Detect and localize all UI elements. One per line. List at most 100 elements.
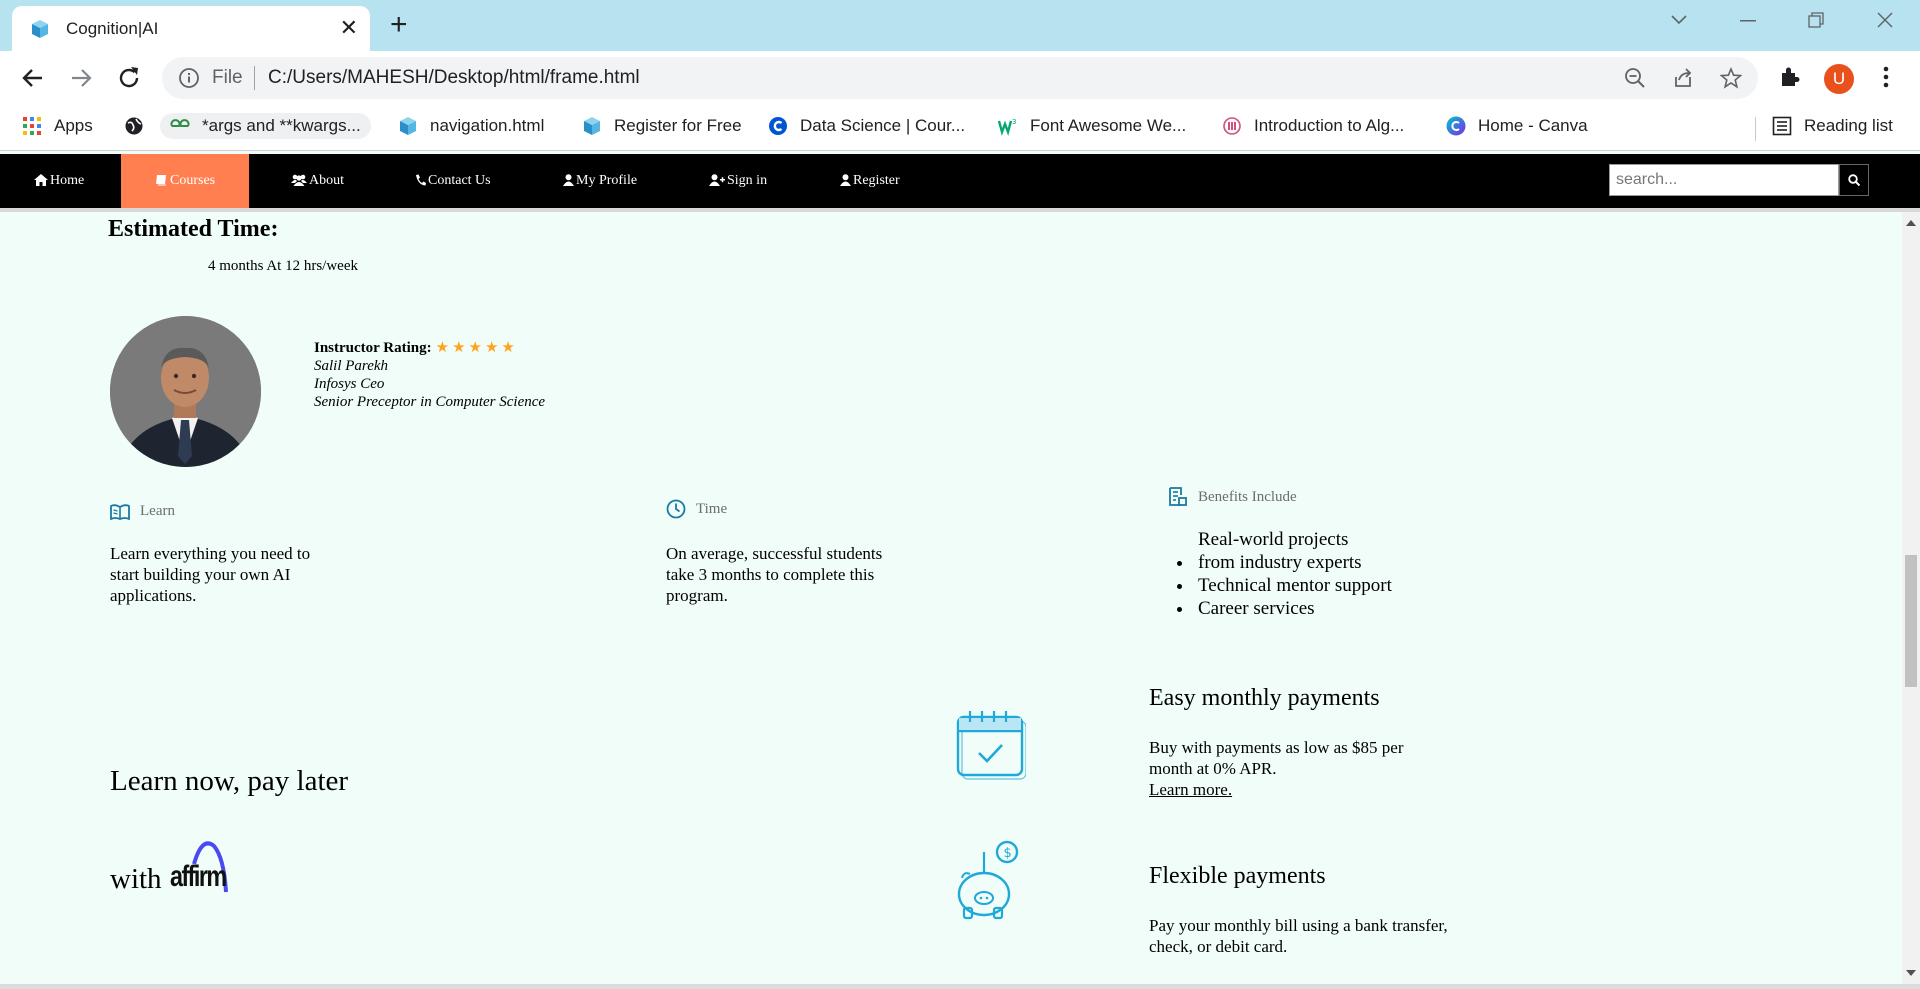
bookmark-register[interactable]: Register for Free	[582, 116, 742, 136]
close-window-icon[interactable]	[1877, 12, 1893, 28]
forward-icon[interactable]	[66, 63, 96, 93]
nav-signin[interactable]: Sign in	[709, 154, 767, 208]
scroll-up-arrow-icon[interactable]	[1906, 220, 1916, 226]
nav-courses[interactable]: Courses	[121, 154, 250, 208]
horizontal-scrollbar[interactable]	[0, 984, 1920, 989]
bookmark-label: Home - Canva	[1478, 116, 1588, 135]
clock-icon	[666, 499, 686, 519]
tab-title: Cognition|AI	[66, 19, 159, 38]
url-text[interactable]: C:/Users/MAHESH/Desktop/html/frame.html	[268, 67, 640, 89]
apps-grid-icon	[23, 117, 41, 135]
bookmark-canva[interactable]: Home - Canva	[1446, 116, 1588, 136]
pay-later-with-text: with	[110, 863, 162, 895]
menu-kebab-icon[interactable]	[1882, 65, 1890, 89]
search-button[interactable]	[1839, 164, 1869, 196]
monthly-payments-text: Buy with payments as low as $85 per mont…	[1149, 737, 1449, 800]
monthly-payments-description: Buy with payments as low as $85 per mont…	[1149, 738, 1404, 778]
user-icon	[840, 174, 851, 186]
book-icon	[156, 175, 166, 186]
scroll-down-arrow-icon[interactable]	[1906, 970, 1916, 976]
zoom-icon[interactable]	[1624, 67, 1646, 89]
restore-icon[interactable]	[1808, 12, 1824, 28]
time-description: On average, successful students take 3 m…	[666, 544, 883, 605]
omnibox-divider	[254, 66, 255, 90]
instructor-company: Infosys Ceo	[314, 376, 385, 392]
reading-list-button[interactable]: Reading list	[1772, 116, 1893, 136]
list-item: Technical mentor support	[1194, 574, 1392, 597]
bookmark-label: Data Science | Cour...	[800, 116, 966, 135]
bookmark-label: Register for Free	[614, 116, 742, 135]
list-item: Real-world projects from industry expert…	[1194, 528, 1392, 574]
benefit-text: Career services	[1198, 598, 1315, 619]
bookmark-label: Font Awesome We...	[1030, 116, 1187, 135]
search-input[interactable]	[1609, 164, 1839, 196]
affirm-logo-text: affirm	[169, 860, 227, 893]
tab-close-button[interactable]: ✕	[340, 16, 358, 40]
benefit-text: Technical mentor support	[1198, 575, 1392, 596]
search-icon	[1848, 174, 1860, 186]
bookmark-navigation[interactable]: navigation.html	[398, 116, 544, 136]
reload-icon[interactable]	[114, 63, 144, 93]
course-detail-content: Estimated Time: 4 months At 12 hrs/week …	[0, 212, 1902, 984]
reading-list-icon	[1772, 116, 1792, 136]
coursera-icon	[769, 117, 787, 135]
estimated-time-heading: Estimated Time:	[108, 216, 279, 242]
nav-about[interactable]: About	[291, 154, 344, 208]
globe-icon	[125, 117, 143, 135]
users-icon	[291, 174, 307, 186]
back-icon[interactable]	[18, 63, 48, 93]
bookmarks-divider	[1755, 117, 1756, 141]
svg-text:3: 3	[1012, 118, 1016, 126]
star-bookmark-icon[interactable]	[1720, 67, 1742, 89]
flexible-payments-heading: Flexible payments	[1149, 863, 1326, 889]
browser-tab[interactable]: Cognition|AI ✕	[12, 6, 370, 51]
browser-tab-strip: Cognition|AI ✕ +	[0, 0, 1920, 51]
bookmark-label: *args and **kwargs...	[202, 116, 361, 135]
flexible-payments-text: Pay your monthly bill using a bank trans…	[1149, 916, 1448, 956]
reading-list-label: Reading list	[1804, 116, 1893, 135]
benefit-text: Real-world projects from industry expert…	[1198, 529, 1362, 573]
bookmark-font-awesome[interactable]: 3 Font Awesome We...	[998, 116, 1186, 136]
instructor-rating-label: Instructor Rating:	[314, 340, 432, 356]
time-heading-label: Time	[696, 500, 728, 517]
calendar-check-icon	[956, 711, 1026, 780]
nav-label: Contact Us	[428, 173, 491, 188]
user-plus-icon	[709, 174, 725, 186]
address-bar[interactable]: File C:/Users/MAHESH/Desktop/html/frame.…	[162, 57, 1758, 99]
cube-icon	[584, 117, 600, 135]
nav-profile[interactable]: My Profile	[563, 154, 637, 208]
nav-label: About	[309, 173, 344, 188]
bookmark-label: Introduction to Alg...	[1254, 116, 1405, 135]
browser-toolbar: File C:/Users/MAHESH/Desktop/html/frame.…	[0, 51, 1920, 105]
new-tab-button[interactable]: +	[390, 10, 408, 40]
bookmark-args-kwargs[interactable]: *args and **kwargs...	[160, 113, 371, 139]
share-icon[interactable]	[1672, 67, 1694, 89]
benefits-list: Real-world projects from industry expert…	[1170, 528, 1392, 620]
bookmark-algorithms[interactable]: Introduction to Alg...	[1222, 116, 1404, 136]
instructor-name: Salil Parekh	[314, 358, 389, 374]
info-icon[interactable]	[178, 67, 200, 89]
profile-avatar[interactable]: U	[1824, 64, 1854, 94]
benefits-heading-label: Benefits Include	[1198, 488, 1297, 505]
bookmark-data-science[interactable]: Data Science | Cour...	[768, 116, 965, 136]
user-icon	[563, 174, 574, 186]
nav-register[interactable]: Register	[840, 154, 900, 208]
bookmark-apps[interactable]: Apps	[22, 116, 93, 136]
rating-stars: ★★★★★	[435, 340, 518, 356]
minimize-icon[interactable]	[1740, 20, 1756, 22]
phone-icon	[416, 174, 426, 186]
nav-contact[interactable]: Contact Us	[415, 154, 491, 208]
learn-more-link[interactable]: Learn more.	[1149, 779, 1449, 800]
extensions-icon[interactable]	[1778, 65, 1802, 89]
tab-search-icon[interactable]	[1670, 14, 1688, 26]
nav-home[interactable]: Home	[34, 154, 84, 208]
mit-icon	[1223, 117, 1241, 135]
monthly-payments-heading: Easy monthly payments	[1149, 685, 1380, 711]
nav-label: Courses	[170, 173, 216, 188]
vertical-scrollbar[interactable]	[1902, 212, 1920, 984]
geeksforgeeks-icon	[170, 119, 190, 127]
bookmark-globe[interactable]	[124, 116, 156, 136]
open-book-icon	[110, 503, 130, 520]
scrollbar-thumb[interactable]	[1905, 555, 1917, 687]
bookmark-label: navigation.html	[430, 116, 545, 135]
